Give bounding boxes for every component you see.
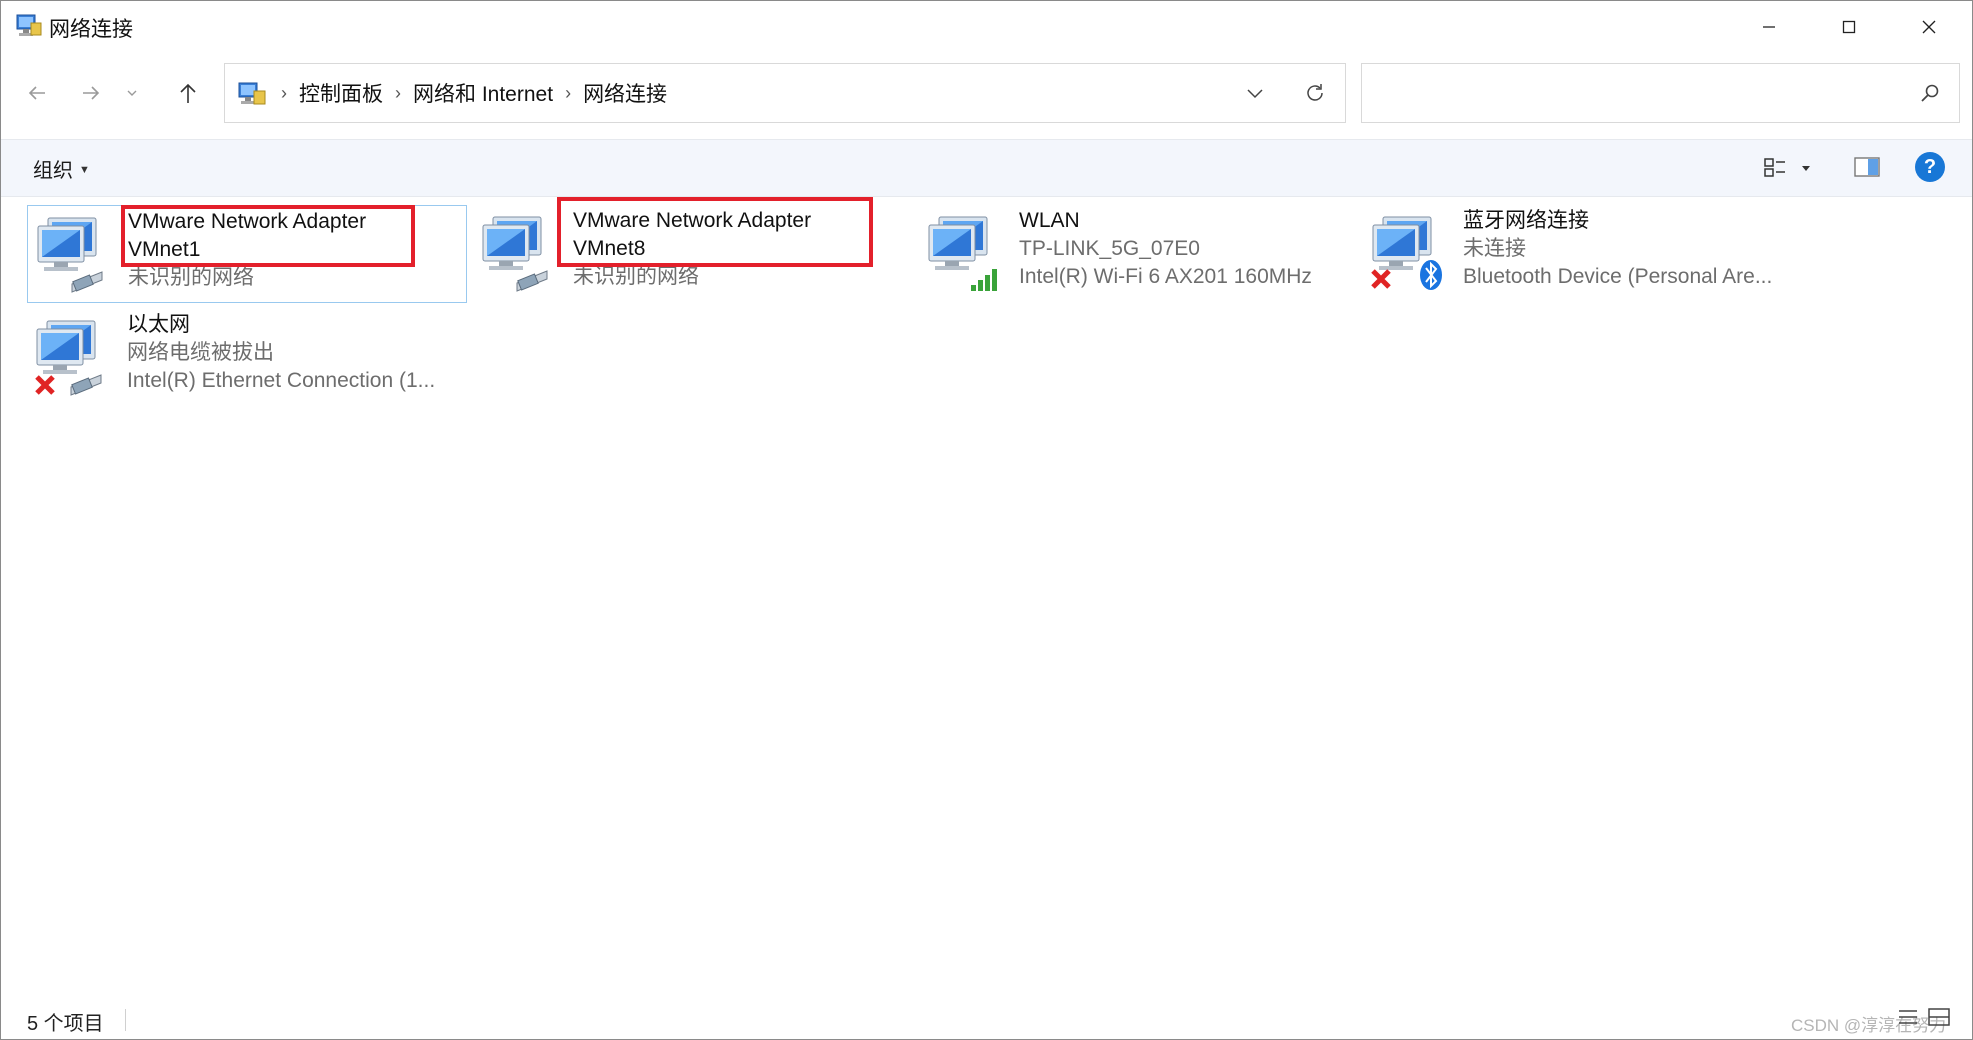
refresh-button[interactable] [1295, 76, 1335, 110]
network-connections-window: 网络连接 › 控制面板 › 网络和 Internet › 网络连接 组织 ▼ ?… [0, 0, 1973, 1040]
chevron-down-icon [1247, 89, 1263, 99]
arrow-left-icon [28, 86, 45, 100]
connection-status: 未识别的网络 [128, 266, 254, 289]
help-button[interactable]: ? [1915, 152, 1945, 182]
connection-name: 蓝牙网络连接 [1463, 209, 1589, 232]
chevron-down-icon [127, 90, 137, 96]
connection-device: Intel(R) Wi-Fi 6 AX201 160MHz [1019, 265, 1312, 288]
network-adapter-icon [482, 216, 548, 292]
preview-pane-button[interactable] [1853, 154, 1883, 182]
breadcrumb-network-connections[interactable]: 网络连接 [577, 78, 673, 108]
search-input[interactable] [1361, 63, 1960, 123]
connection-item-bluetooth[interactable]: 蓝牙网络连接 未连接 Bluetooth Device (Personal Ar… [1363, 205, 1803, 303]
preview-pane-icon [1854, 157, 1880, 177]
breadcrumb-separator: › [565, 82, 572, 103]
organize-menu-button[interactable]: 组织 ▼ [33, 154, 90, 183]
connection-item-wlan[interactable]: WLAN TP-LINK_5G_07E0 Intel(R) Wi-Fi 6 AX… [919, 205, 1359, 303]
caret-down-icon: ▼ [79, 164, 90, 176]
status-view-toggles [1897, 1007, 1951, 1027]
command-bar: 组织 ▼ ? [1, 139, 1972, 197]
maximize-button[interactable] [1809, 1, 1889, 53]
minimize-icon [1763, 26, 1775, 28]
network-adapter-icon [37, 217, 103, 293]
ethernet-adapter-icon [35, 320, 102, 396]
view-options-icon [1764, 158, 1785, 177]
network-folder-icon [238, 82, 266, 105]
red-highlight-box [557, 197, 873, 267]
connection-item-ethernet[interactable]: 以太网 网络电缆被拔出 Intel(R) Ethernet Connection… [27, 309, 467, 407]
connection-name: 以太网 [127, 313, 190, 336]
red-highlight-box [121, 205, 415, 267]
breadcrumb-control-panel[interactable]: 控制面板 [293, 78, 389, 108]
status-divider [125, 1009, 126, 1031]
search-icon [1921, 84, 1939, 102]
refresh-icon [1307, 84, 1323, 101]
breadcrumb-network-internet[interactable]: 网络和 Internet [407, 78, 559, 108]
connection-device: Intel(R) Ethernet Connection (1... [127, 369, 436, 392]
maximize-icon [1842, 20, 1856, 34]
connection-name: WLAN [1019, 209, 1080, 232]
connection-device: Bluetooth Device (Personal Are... [1463, 265, 1773, 288]
address-history-button[interactable] [1235, 78, 1275, 108]
close-button[interactable] [1889, 1, 1969, 53]
connection-text: WLAN TP-LINK_5G_07E0 Intel(R) Wi-Fi 6 AX… [1019, 207, 1312, 291]
breadcrumb-separator: › [281, 82, 287, 103]
arrow-up-icon [180, 83, 196, 103]
arrow-right-icon [83, 86, 100, 100]
caret-down-icon [1802, 166, 1810, 171]
connection-text: 以太网 网络电缆被拔出 Intel(R) Ethernet Connection… [127, 311, 435, 395]
bluetooth-adapter-icon [1371, 216, 1442, 290]
network-folder-icon [16, 14, 42, 36]
connection-network: TP-LINK_5G_07E0 [1019, 237, 1200, 260]
window-title: 网络连接 [49, 18, 133, 41]
item-count: 5 个项目 [27, 1013, 104, 1035]
up-button[interactable] [166, 71, 210, 115]
recent-locations-button[interactable] [117, 71, 147, 115]
change-view-button[interactable] [1763, 154, 1819, 182]
back-button[interactable] [15, 71, 59, 115]
details-view-icon[interactable] [1897, 1007, 1919, 1027]
connection-text: 蓝牙网络连接 未连接 Bluetooth Device (Personal Ar… [1463, 207, 1772, 291]
help-icon: ? [1923, 155, 1937, 178]
breadcrumb-separator: › [395, 82, 401, 103]
minimize-button[interactable] [1729, 1, 1809, 53]
address-bar[interactable]: › 控制面板 › 网络和 Internet › 网络连接 [224, 63, 1346, 123]
breadcrumb: › 控制面板 › 网络和 Internet › 网络连接 [275, 64, 673, 122]
title-bar: 网络连接 [1, 1, 1972, 53]
organize-label: 组织 [33, 160, 73, 182]
connection-status: 未识别的网络 [573, 265, 699, 288]
connection-status: 网络电缆被拔出 [127, 341, 274, 364]
wifi-adapter-icon [928, 216, 997, 291]
connection-status: 未连接 [1463, 237, 1526, 260]
tiles-view-icon[interactable] [1927, 1007, 1951, 1027]
close-icon [1922, 20, 1936, 34]
forward-button[interactable] [69, 71, 113, 115]
